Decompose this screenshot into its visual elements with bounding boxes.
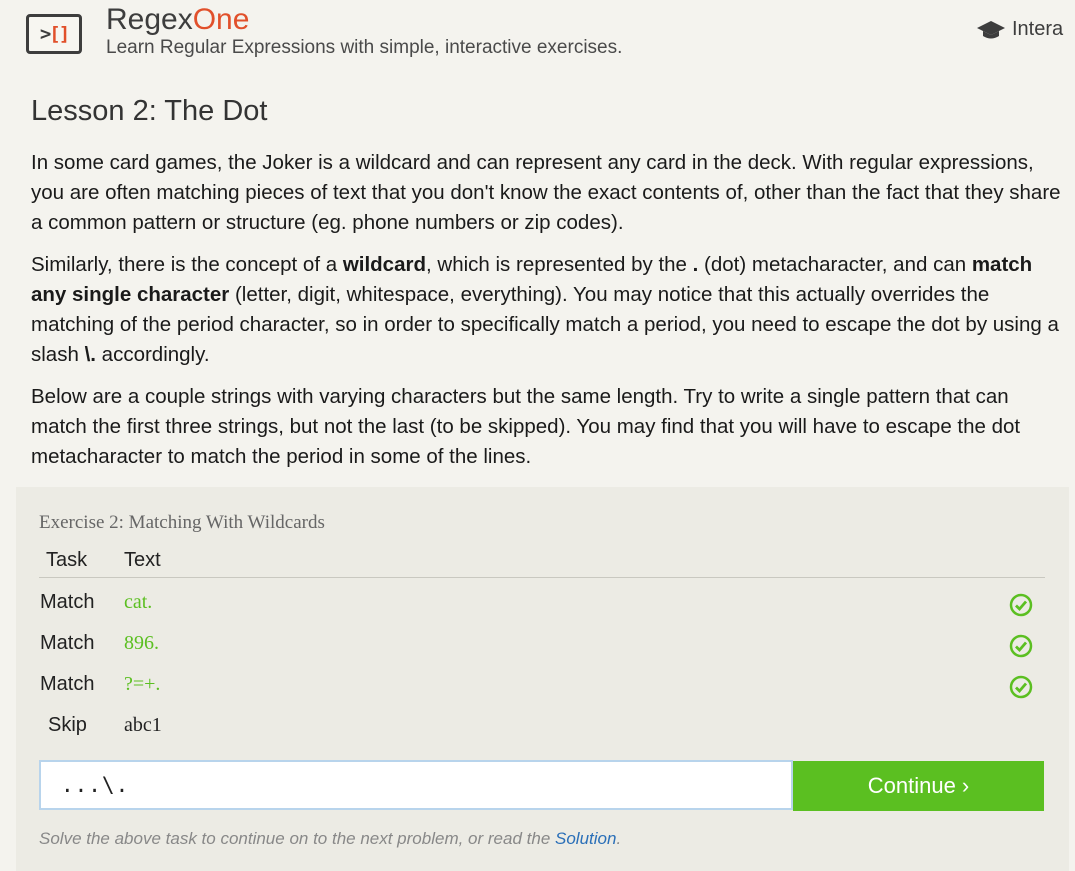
p2-text-a: Similarly, there is the concept of a [31, 253, 343, 276]
text-cell: cat. [124, 591, 153, 613]
table-row: Skip abc1 [16, 714, 1069, 748]
exercise-panel: Exercise 2: Matching With Wildcards Task… [16, 487, 1069, 871]
exercise-title: Exercise 2: Matching With Wildcards [39, 512, 325, 533]
continue-button[interactable]: Continue › [793, 761, 1044, 811]
column-header-task: Task [46, 549, 88, 571]
logo-chevron-glyph: > [39, 23, 52, 45]
p2-text-i: accordingly. [95, 343, 210, 366]
task-cell: Match [40, 591, 95, 613]
logo-bracket-glyph: [] [49, 23, 70, 45]
lesson-paragraph-2: Similarly, there is the concept of a wil… [31, 250, 1061, 370]
term-wildcard: wildcard [342, 253, 426, 276]
text-cell: ?=+. [124, 673, 161, 695]
lesson-paragraph-1: In some card games, the Joker is a wildc… [31, 151, 1061, 234]
site-title[interactable]: RegexOne [106, 2, 249, 38]
nav-link-interactive[interactable]: Intera [976, 18, 1063, 41]
check-circle-icon [1009, 593, 1033, 617]
term-escaped-dot: \. [84, 343, 96, 366]
task-cell: Match [40, 632, 95, 654]
lesson-content: In some card games, the Joker is a wildc… [31, 148, 1061, 484]
regex-input[interactable] [39, 760, 793, 810]
p2-text-c: , which is represented by the [426, 253, 693, 276]
hint-suffix: . [616, 829, 622, 848]
graduation-cap-icon [977, 21, 1005, 39]
table-row: Match 896. [16, 632, 1069, 666]
site-header: >[] RegexOne Learn Regular Expressions w… [0, 0, 1075, 70]
hint-prefix: Solve the above task to continue on to t… [39, 829, 555, 848]
task-cell: Skip [48, 714, 87, 736]
check-circle-icon [1009, 634, 1033, 658]
site-title-regex: Regex [106, 3, 193, 36]
table-divider [39, 577, 1045, 578]
nav-link-label: Intera [1012, 18, 1064, 40]
p2-text-e: (dot) metacharacter, and can [698, 253, 972, 276]
text-cell: 896. [124, 632, 159, 654]
lesson-paragraph-3: Below are a couple strings with varying … [31, 385, 1021, 468]
lesson-title: Lesson 2: The Dot [31, 95, 268, 127]
site-title-one: One [192, 3, 250, 36]
logo[interactable]: >[] [26, 14, 82, 54]
text-cell: abc1 [124, 714, 162, 736]
table-row: Match cat. [16, 591, 1069, 625]
hint-text: Solve the above task to continue on to t… [39, 829, 621, 849]
column-header-text: Text [124, 549, 161, 571]
table-row: Match ?=+. [16, 673, 1069, 707]
site-tagline: Learn Regular Expressions with simple, i… [106, 37, 623, 58]
solution-link[interactable]: Solution [555, 829, 616, 848]
check-circle-icon [1009, 675, 1033, 699]
task-cell: Match [40, 673, 95, 695]
